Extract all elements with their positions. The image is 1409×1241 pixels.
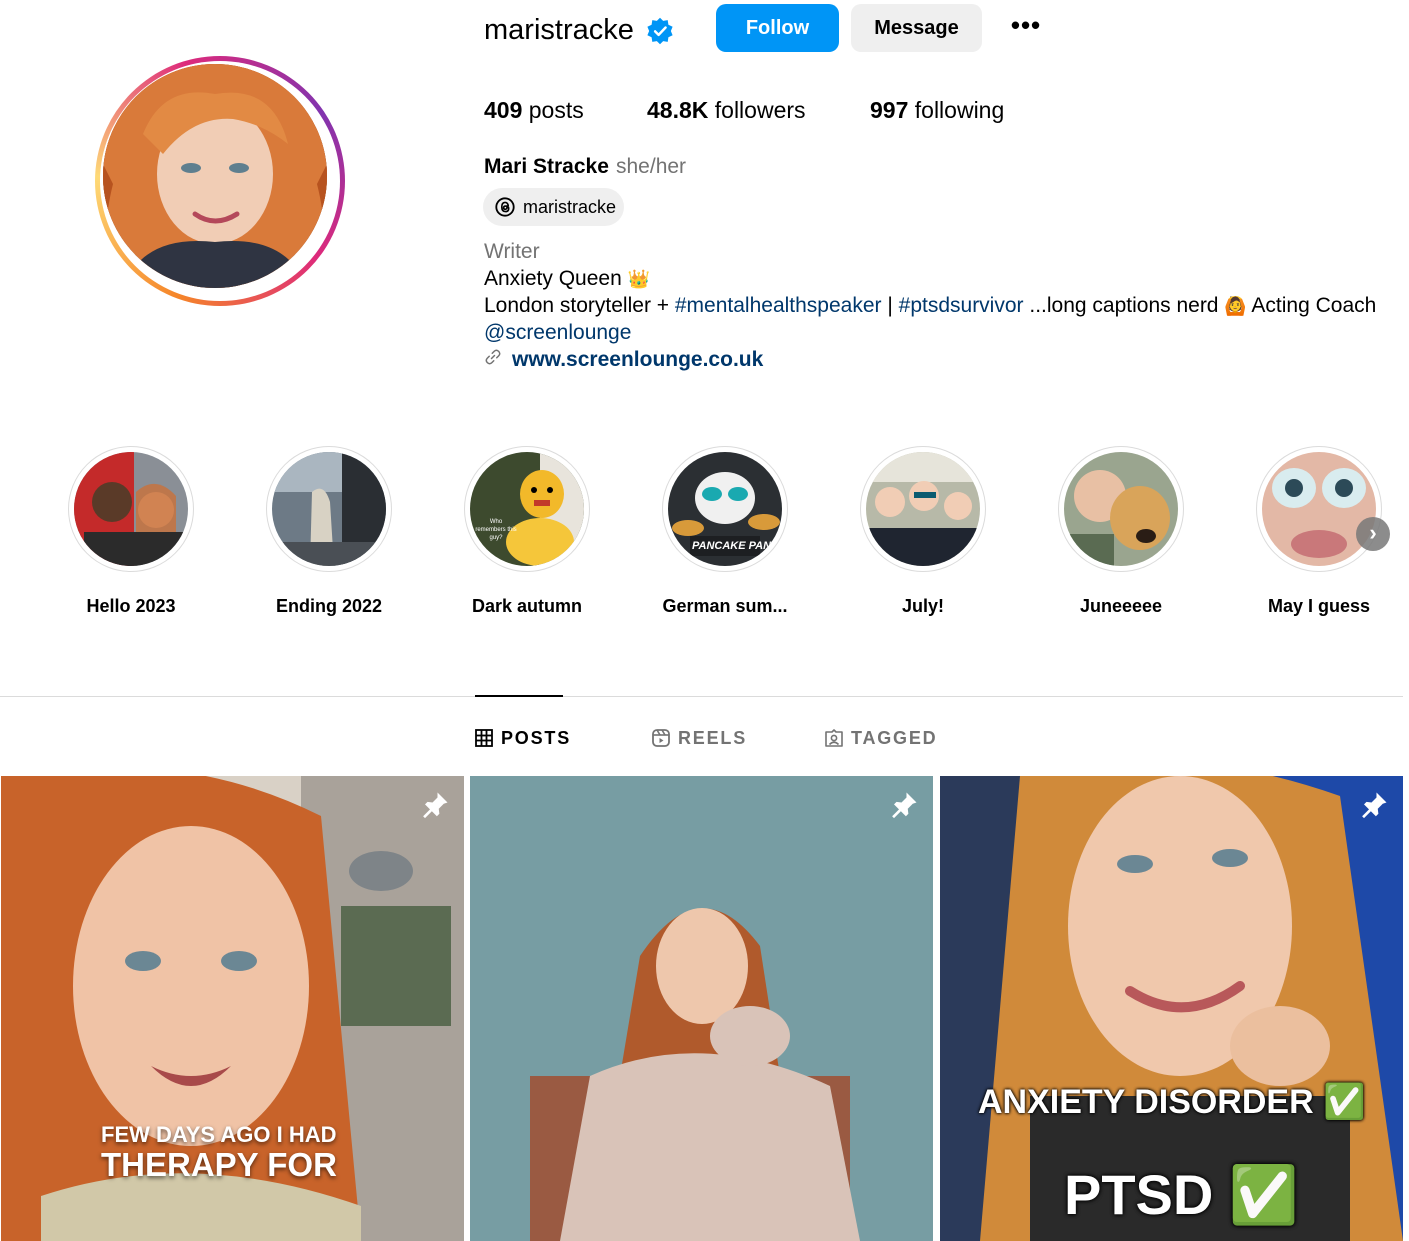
follow-button[interactable]: Follow xyxy=(716,4,839,52)
grid-icon xyxy=(475,729,493,747)
highlight-cover-caption: Who remembers this guy? xyxy=(475,519,517,541)
tab-tagged[interactable]: TAGGED xyxy=(825,726,937,750)
threads-icon xyxy=(495,197,515,217)
bio-category: Writer xyxy=(484,240,540,263)
bio-line-2-suffix: ...long captions nerd xyxy=(1023,294,1225,317)
highlight-cover xyxy=(74,452,188,566)
bio-line-1: Anxiety Queen 👑 xyxy=(484,265,650,293)
highlight-german-summer[interactable]: PANCAKE PANDA German sum... xyxy=(662,446,788,618)
following-count-value: 997 xyxy=(870,97,909,123)
highlight-ending-2022[interactable]: Ending 2022 xyxy=(266,446,392,618)
profile-pronouns: she/her xyxy=(616,155,687,178)
posts-count: 409 posts xyxy=(484,94,584,126)
highlight-cover-art xyxy=(1064,452,1178,566)
post-tile-2[interactable] xyxy=(470,776,933,1241)
reels-icon xyxy=(652,729,670,747)
highlight-dark-autumn[interactable]: Who remembers this guy? Dark autumn xyxy=(464,446,590,618)
highlight-cover-art xyxy=(1262,452,1376,566)
post-3-caption-line-1: ANXIETY DISORDER ✅ xyxy=(978,1083,1366,1121)
highlight-cover-art xyxy=(866,452,980,566)
post-2-image xyxy=(470,776,933,1241)
active-tab-indicator xyxy=(475,695,563,697)
highlight-ring xyxy=(860,446,986,572)
highlight-cover-art xyxy=(470,452,584,566)
highlight-ring: Who remembers this guy? xyxy=(464,446,590,572)
followers-count-label: followers xyxy=(714,97,806,123)
chevron-right-icon[interactable]: › xyxy=(1356,517,1390,551)
highlight-cover-art xyxy=(272,452,386,566)
highlight-cover: Who remembers this guy? xyxy=(470,452,584,566)
profile-full-name: Mari Stracke xyxy=(484,155,609,178)
tagged-icon xyxy=(825,729,843,747)
more-options-icon[interactable]: ••• xyxy=(1004,10,1048,46)
profile-username: maristracke xyxy=(484,14,634,46)
pin-icon xyxy=(423,792,448,819)
threads-badge[interactable]: maristracke xyxy=(483,188,624,226)
highlight-ring: PANCAKE PANDA xyxy=(662,446,788,572)
highlight-hello-2023[interactable]: Hello 2023 xyxy=(68,446,194,618)
tab-reels[interactable]: REELS xyxy=(652,726,747,750)
highlight-ring xyxy=(1058,446,1184,572)
tab-tagged-label: TAGGED xyxy=(851,728,938,748)
pin-icon xyxy=(1362,792,1387,819)
bio-line-2-prefix: London storyteller + xyxy=(484,294,675,317)
highlight-label: Ending 2022 xyxy=(275,596,383,616)
profile-avatar[interactable] xyxy=(95,56,345,306)
bio-mention[interactable]: @screenlounge xyxy=(484,319,631,346)
tabs-divider xyxy=(0,696,1403,697)
post-tile-3[interactable]: ANXIETY DISORDER ✅ PTSD ✅ xyxy=(940,776,1403,1241)
bio-separator: | xyxy=(881,294,899,317)
posts-count-label: posts xyxy=(528,97,584,123)
highlight-label: Dark autumn xyxy=(471,596,583,616)
highlight-cover-caption: PANCAKE PANDA xyxy=(692,540,782,552)
threads-handle: maristracke xyxy=(523,197,617,217)
highlight-label: Hello 2023 xyxy=(86,596,176,616)
highlight-label: Juneeeee xyxy=(1079,596,1163,616)
tab-posts-label: POSTS xyxy=(501,728,572,748)
followers-count[interactable]: 48.8K followers xyxy=(647,94,806,126)
pin-icon xyxy=(892,792,917,819)
tab-reels-label: REELS xyxy=(678,728,748,748)
hashtag-ptsdsurvivor[interactable]: #ptsdsurvivor xyxy=(899,294,1024,317)
highlight-label: May I guess xyxy=(1267,596,1371,616)
message-button[interactable]: Message xyxy=(851,4,982,52)
highlight-cover xyxy=(1064,452,1178,566)
bio-line-1-text: Anxiety Queen xyxy=(484,267,622,290)
highlight-ring xyxy=(1256,446,1382,572)
highlight-july[interactable]: July! xyxy=(860,446,986,618)
highlight-cover xyxy=(866,452,980,566)
followers-count-value: 48.8K xyxy=(647,97,709,123)
crown-emoji: 👑 xyxy=(627,269,651,289)
highlight-cover xyxy=(1262,452,1376,566)
bio-line-2: London storyteller + #mentalhealthspeake… xyxy=(484,292,1376,320)
person-gesture-emoji: 🙆 xyxy=(1224,296,1247,316)
posts-count-value: 409 xyxy=(484,97,523,123)
following-count[interactable]: 997 following xyxy=(870,94,1004,126)
avatar-photo xyxy=(103,64,327,288)
highlight-label: German sum... xyxy=(662,596,788,616)
highlight-ring xyxy=(68,446,194,572)
highlight-juneeeee[interactable]: Juneeeee xyxy=(1058,446,1184,618)
avatar-illustration xyxy=(103,64,327,288)
verified-badge-icon xyxy=(647,17,673,45)
post-tile-1[interactable]: FEW DAYS AGO I HAD THERAPY FOR xyxy=(1,776,464,1241)
highlight-label: July! xyxy=(901,596,944,616)
highlight-cover: PANCAKE PANDA xyxy=(668,452,782,566)
post-3-caption-line-2: PTSD ✅ xyxy=(1064,1163,1299,1226)
website-link[interactable]: www.screenlounge.co.uk xyxy=(512,346,763,373)
link-icon xyxy=(485,349,501,365)
post-1-caption-line-1: FEW DAYS AGO I HAD xyxy=(101,1122,337,1147)
following-count-label: following xyxy=(914,97,1005,123)
bio-line-2-end: Acting Coach xyxy=(1246,294,1377,317)
highlight-ring xyxy=(266,446,392,572)
highlight-cover xyxy=(272,452,386,566)
highlight-cover-art xyxy=(74,452,188,566)
tab-posts[interactable]: POSTS xyxy=(475,726,571,750)
hashtag-mentalhealthspeaker[interactable]: #mentalhealthspeaker xyxy=(675,294,882,317)
post-1-caption-line-2: THERAPY FOR xyxy=(101,1146,337,1183)
